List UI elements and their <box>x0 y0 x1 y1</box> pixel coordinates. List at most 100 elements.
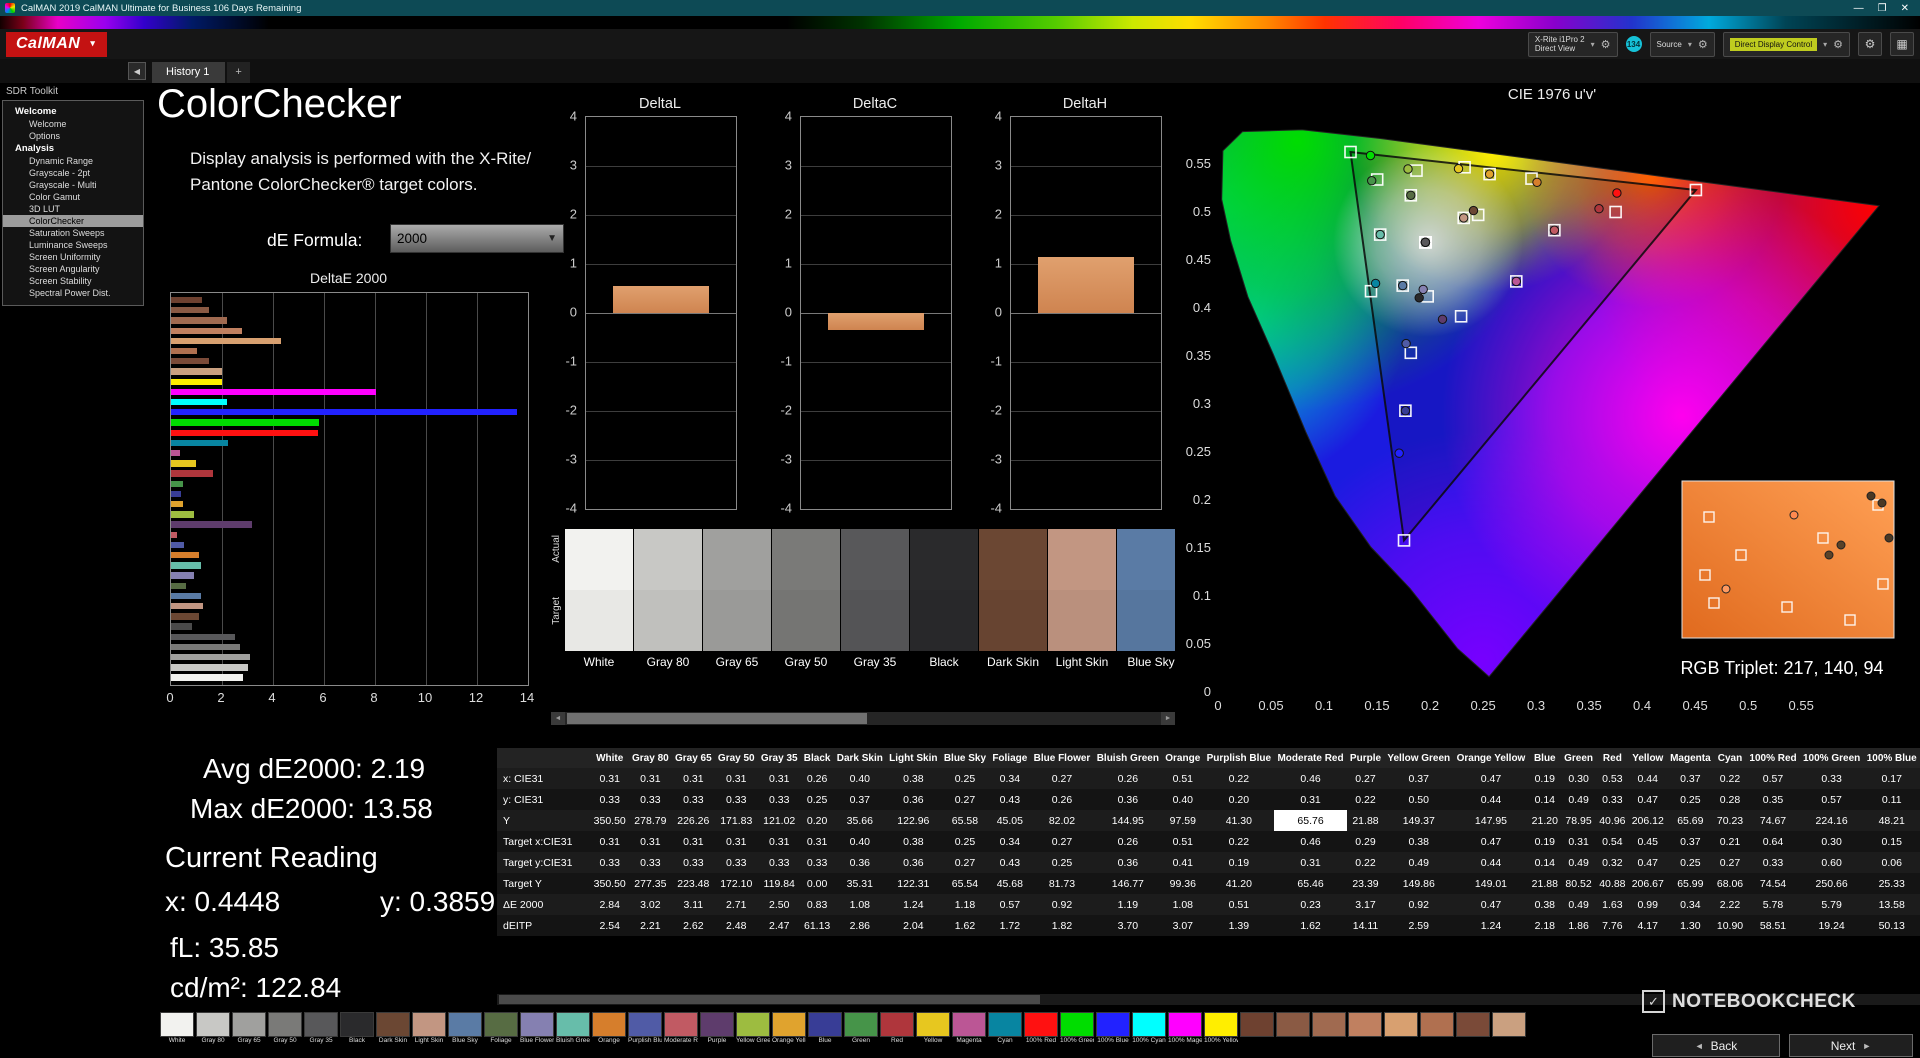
source-selector[interactable]: Source ▾ ⚙ <box>1649 31 1715 57</box>
table-cell[interactable]: 0.33 <box>714 789 758 810</box>
table-cell[interactable]: 0.33 <box>590 789 629 810</box>
table-cell[interactable]: 65.54 <box>940 873 990 894</box>
table-cell[interactable]: 223.48 <box>671 873 715 894</box>
sidebar-item-welcome[interactable]: Welcome <box>3 118 143 130</box>
sidebar-item-colorchecker[interactable]: ColorChecker <box>3 215 143 227</box>
table-cell[interactable]: 0.33 <box>714 852 758 873</box>
table-cell[interactable]: 7.76 <box>1596 915 1629 936</box>
table-cell[interactable]: 0.33 <box>1799 768 1864 789</box>
patch-swatch-100-red[interactable]: 100% Red <box>1024 1012 1058 1046</box>
table-cell[interactable]: 23.39 <box>1346 873 1385 894</box>
table-cell[interactable]: 2.22 <box>1713 894 1747 915</box>
table-cell[interactable]: 0.25 <box>940 831 990 852</box>
table-cell[interactable]: 0.47 <box>1628 789 1667 810</box>
patch-swatch-white[interactable]: White <box>160 1012 194 1046</box>
patch-swatch-magenta[interactable]: Magenta <box>952 1012 986 1046</box>
table-cell[interactable]: 0.38 <box>886 831 941 852</box>
table-cell[interactable]: 0.17 <box>1863 768 1920 789</box>
table-cell[interactable]: 99.36 <box>1162 873 1204 894</box>
table-cell[interactable]: 65.58 <box>940 810 990 831</box>
sidebar-item-luminance-sweeps[interactable]: Luminance Sweeps <box>3 239 143 251</box>
table-cell[interactable]: 0.99 <box>1628 894 1667 915</box>
table-cell[interactable]: 0.37 <box>1666 831 1714 852</box>
table-cell[interactable]: 0.25 <box>940 768 990 789</box>
table-cell[interactable]: 45.68 <box>989 873 1031 894</box>
sidebar-item-spectral-power-dist-[interactable]: Spectral Power Dist. <box>3 287 143 299</box>
patch-swatch-green[interactable]: Green <box>844 1012 878 1046</box>
table-cell[interactable]: 350.50 <box>590 810 629 831</box>
table-cell[interactable]: 0.27 <box>940 852 990 873</box>
table-cell[interactable]: 0.38 <box>1384 831 1454 852</box>
table-cell[interactable]: 2.84 <box>590 894 629 915</box>
patch-swatch-blue[interactable]: Blue <box>808 1012 842 1046</box>
table-cell[interactable]: 48.21 <box>1863 810 1920 831</box>
sidebar-item-options[interactable]: Options <box>3 130 143 142</box>
table-cell[interactable]: 0.31 <box>628 768 672 789</box>
table-cell[interactable]: 0.44 <box>1628 768 1667 789</box>
table-cell[interactable]: 0.38 <box>886 768 941 789</box>
table-cell[interactable]: 0.33 <box>628 789 672 810</box>
patch-swatch-purplish-blue[interactable]: Purplish Blue <box>628 1012 662 1046</box>
table-cell[interactable]: 0.49 <box>1561 852 1597 873</box>
table-cell[interactable]: 147.95 <box>1453 810 1529 831</box>
patch-swatch-100-cyan[interactable]: 100% Cyan <box>1132 1012 1166 1046</box>
table-cell[interactable]: 41.20 <box>1203 873 1275 894</box>
table-cell[interactable]: 0.64 <box>1746 831 1800 852</box>
table-cell[interactable]: 0.32 <box>1596 852 1629 873</box>
comparison-scrollbar[interactable]: ◄ ► <box>551 712 1175 725</box>
table-cell[interactable]: 82.02 <box>1030 810 1094 831</box>
table-cell[interactable]: 74.54 <box>1746 873 1800 894</box>
table-cell[interactable]: 2.50 <box>757 894 801 915</box>
sidebar-section-analysis[interactable]: Analysis <box>3 142 143 155</box>
table-cell[interactable]: 0.22 <box>1346 852 1385 873</box>
table-cell[interactable]: 0.83 <box>800 894 834 915</box>
table-cell[interactable]: 1.62 <box>940 915 990 936</box>
table-cell[interactable]: 0.37 <box>1384 768 1454 789</box>
table-cell[interactable]: 19.24 <box>1799 915 1864 936</box>
table-cell[interactable]: 0.25 <box>1030 852 1094 873</box>
patch-swatch-gray-50[interactable]: Gray 50 <box>268 1012 302 1046</box>
table-cell[interactable]: 3.02 <box>628 894 672 915</box>
table-cell[interactable]: 0.57 <box>1746 768 1800 789</box>
table-cell[interactable]: 0.38 <box>1528 894 1562 915</box>
table-cell[interactable]: 1.63 <box>1596 894 1629 915</box>
table-cell[interactable]: 0.14 <box>1528 789 1562 810</box>
table-cell[interactable]: 0.34 <box>1666 894 1714 915</box>
table-cell[interactable]: 0.31 <box>1561 831 1597 852</box>
table-cell[interactable]: 40.88 <box>1596 873 1629 894</box>
table-cell[interactable]: 25.33 <box>1863 873 1920 894</box>
add-tab-button[interactable]: + <box>227 62 250 83</box>
table-cell[interactable]: 0.40 <box>833 768 887 789</box>
sidebar-item-grayscale-2pt[interactable]: Grayscale - 2pt <box>3 167 143 179</box>
table-cell[interactable]: 0.57 <box>989 894 1031 915</box>
table-cell[interactable]: 65.76 <box>1274 810 1347 831</box>
table-cell[interactable]: 0.47 <box>1453 768 1529 789</box>
table-cell[interactable]: 0.19 <box>1203 852 1275 873</box>
next-button[interactable]: Next ► <box>1789 1034 1913 1057</box>
sidebar-section-welcome[interactable]: Welcome <box>3 105 143 118</box>
table-cell[interactable]: 81.73 <box>1030 873 1094 894</box>
table-cell[interactable]: 0.06 <box>1863 852 1920 873</box>
sidebar-item-screen-stability[interactable]: Screen Stability <box>3 275 143 287</box>
table-cell[interactable]: 0.36 <box>833 852 887 873</box>
table-cell[interactable]: 0.33 <box>1746 852 1800 873</box>
table-cell[interactable]: 0.30 <box>1799 831 1864 852</box>
table-cell[interactable]: 0.60 <box>1799 852 1864 873</box>
table-cell[interactable]: 0.92 <box>1030 894 1094 915</box>
tab-history-1[interactable]: History 1 <box>152 62 226 83</box>
table-cell[interactable]: 0.51 <box>1162 831 1204 852</box>
table-cell[interactable]: 350.50 <box>590 873 629 894</box>
table-cell[interactable]: 206.67 <box>1628 873 1667 894</box>
table-cell[interactable]: 0.14 <box>1528 852 1562 873</box>
table-cell[interactable]: 0.43 <box>989 852 1031 873</box>
table-cell[interactable]: 0.45 <box>1628 831 1667 852</box>
table-cell[interactable]: 0.37 <box>833 789 887 810</box>
table-cell[interactable]: 50.13 <box>1863 915 1920 936</box>
scroll-left-arrow[interactable]: ◄ <box>551 712 565 725</box>
patch-swatch-black[interactable]: Black <box>340 1012 374 1046</box>
patch-swatch-light-skin[interactable]: Light Skin <box>412 1012 446 1046</box>
table-cell[interactable]: 5.78 <box>1746 894 1800 915</box>
table-cell[interactable]: 0.22 <box>1713 768 1747 789</box>
table-cell[interactable]: 1.72 <box>989 915 1031 936</box>
sidebar-item-3d-lut[interactable]: 3D LUT <box>3 203 143 215</box>
